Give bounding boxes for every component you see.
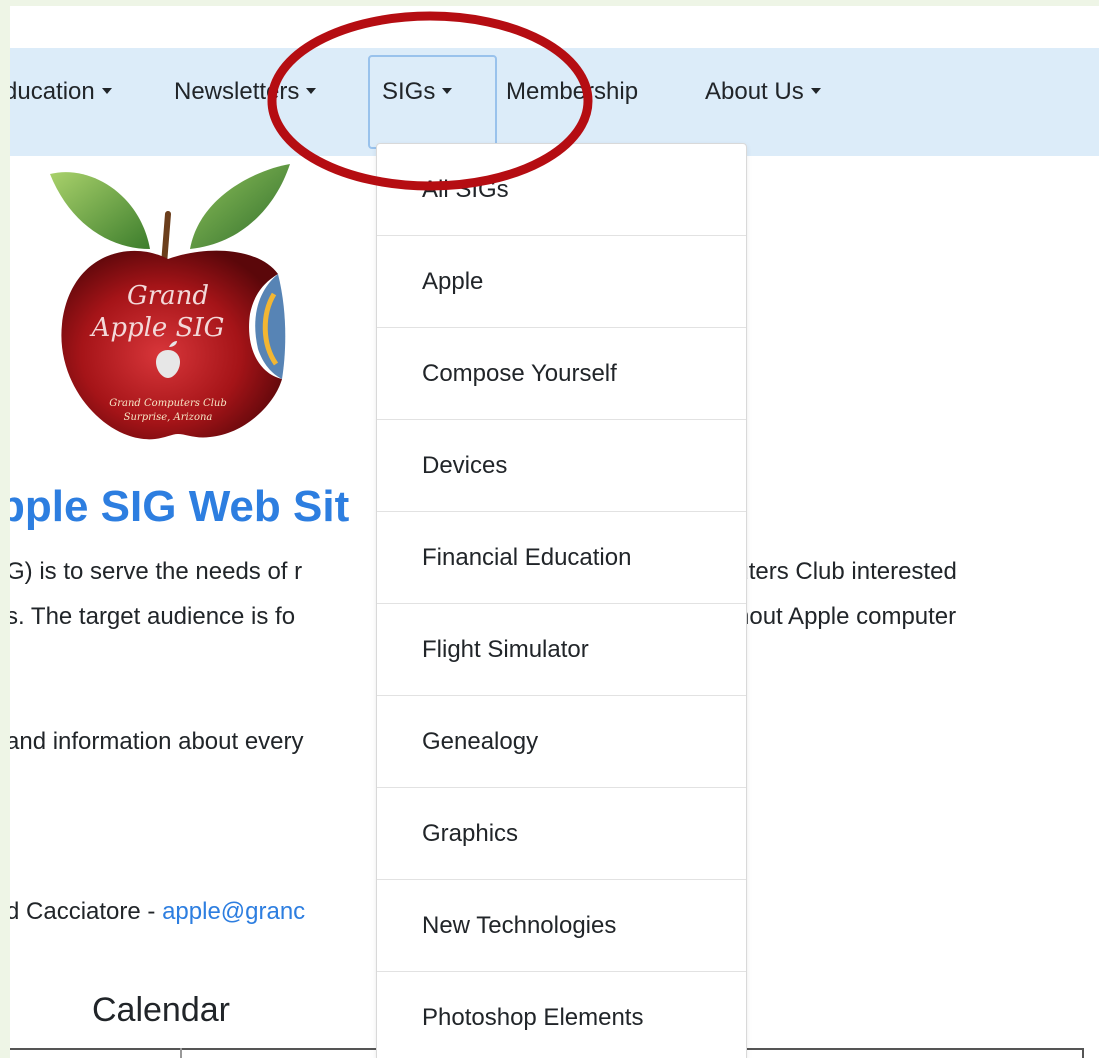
nav-about-us[interactable]: About Us [705, 78, 821, 106]
dropdown-item-compose-yourself[interactable]: Compose Yourself [377, 328, 746, 420]
dropdown-item-graphics[interactable]: Graphics [377, 788, 746, 880]
dropdown-item-genealogy[interactable]: Genealogy [377, 696, 746, 788]
dropdown-item-photoshop-elements[interactable]: Photoshop Elements [377, 972, 746, 1058]
dropdown-item-devices[interactable]: Devices [377, 420, 746, 512]
nav-education[interactable]: ducation [10, 78, 112, 106]
logo-club-line1: Grand Computers Club [109, 398, 226, 409]
logo-title-line2: Apple SIG [90, 313, 225, 343]
leaf-right-icon [190, 164, 290, 249]
logo-title-line1: Grand [127, 281, 209, 311]
contact-email-link[interactable]: apple@granc [162, 898, 305, 925]
dropdown-item-apple[interactable]: Apple [377, 236, 746, 328]
nav-sigs[interactable]: SIGs [382, 78, 453, 106]
intro-text-line2-right: hout Apple computer [736, 603, 957, 630]
intro-text-line2: s. The target audience is fo [10, 603, 296, 630]
info-text: and information about every [10, 728, 304, 755]
dropdown-item-all-sigs[interactable]: All SIGs [377, 144, 746, 236]
caret-down-icon [306, 87, 317, 94]
dropdown-item-flight-simulator[interactable]: Flight Simulator [377, 604, 746, 696]
sigs-dropdown-menu: All SIGs Apple Compose Yourself Devices … [376, 143, 747, 1058]
calendar-table-divider [180, 1048, 182, 1058]
dropdown-item-financial-education[interactable]: Financial Education [377, 512, 746, 604]
contact-line: d Cacciatore - apple@granc [10, 898, 306, 925]
nav-newsletters[interactable]: Newsletters [174, 78, 317, 106]
page: ducation Newsletters SIGs Membership Abo… [10, 6, 1099, 1058]
page-heading: pple SIG Web Sit [10, 482, 350, 531]
caret-down-icon [810, 87, 821, 94]
intro-text-line1: G) is to serve the needs of r [10, 558, 303, 585]
logo-club-line2: Surprise, Arizona [124, 412, 213, 423]
calendar-title: Calendar [92, 991, 230, 1029]
caret-down-icon [442, 87, 453, 94]
dropdown-item-new-technologies[interactable]: New Technologies [377, 880, 746, 972]
nav-membership[interactable]: Membership [506, 78, 638, 106]
intro-text-line1-right: puters Club interested [722, 558, 957, 585]
grand-apple-sig-logo: Grand Apple SIG Grand Computers Club Sur… [50, 164, 290, 440]
leaf-left-icon [50, 172, 150, 249]
caret-down-icon [101, 87, 112, 94]
